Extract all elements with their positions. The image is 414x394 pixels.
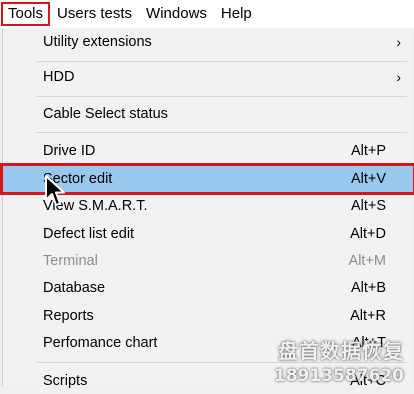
menu-separator (37, 132, 407, 133)
menu-item-cable-select-status[interactable]: Cable Select status (3, 101, 413, 127)
menu-item-label: HDD (43, 69, 75, 85)
menu-item-drive-id[interactable]: Drive ID Alt+P (3, 138, 413, 164)
menu-item-label: Drive ID (43, 143, 96, 159)
mouse-pointer-icon (45, 175, 65, 206)
menu-users-tests[interactable]: Users tests (50, 2, 139, 26)
menu-separator (37, 61, 407, 62)
menu-item-shortcut: Alt+M (348, 253, 386, 269)
menu-item-database[interactable]: Database Alt+B (3, 275, 413, 301)
menu-item-label: Reports (43, 308, 94, 324)
menu-item-shortcut: Alt+V (350, 171, 386, 187)
menu-item-terminal: Terminal Alt+M (3, 248, 413, 274)
watermark-title: 盘首数据恢复 (278, 339, 404, 363)
menu-item-label: Utility extensions (43, 34, 152, 50)
menu-item-shortcut: Alt+B (350, 280, 386, 296)
menu-item-label: Terminal (43, 253, 98, 269)
menu-item-reports[interactable]: Reports Alt+R (3, 303, 413, 329)
menu-item-label: Database (43, 280, 106, 296)
menu-item-utility-extensions[interactable]: Utility extensions › (3, 29, 413, 55)
menu-item-shortcut: Alt+S (350, 198, 386, 214)
menu-item-shortcut: Alt+P (350, 143, 386, 159)
menu-item-shortcut: Alt+R (350, 308, 386, 324)
menu-item-shortcut: Alt+D (350, 226, 386, 242)
menu-item-label: Perfomance chart (43, 335, 158, 351)
submenu-arrow-icon: › (396, 34, 401, 50)
menu-item-hdd[interactable]: HDD › (3, 64, 413, 90)
menu-help[interactable]: Help (214, 2, 259, 26)
watermark: 盘首数据恢复 18913587620 (274, 335, 404, 386)
menu-item-label: Cable Select status (43, 106, 168, 122)
menu-item-label: Scripts (43, 373, 88, 389)
menu-tools[interactable]: Tools (1, 2, 51, 26)
menu-windows[interactable]: Windows (139, 2, 214, 26)
menu-separator (37, 96, 407, 97)
menu-item-defect-list-edit[interactable]: Defect list edit Alt+D (3, 221, 413, 247)
submenu-arrow-icon: › (396, 69, 401, 85)
menu-item-label: Defect list edit (43, 226, 135, 242)
watermark-phone: 18913587620 (273, 366, 404, 386)
menu-bar: Tools Users tests Windows Help (0, 0, 414, 28)
